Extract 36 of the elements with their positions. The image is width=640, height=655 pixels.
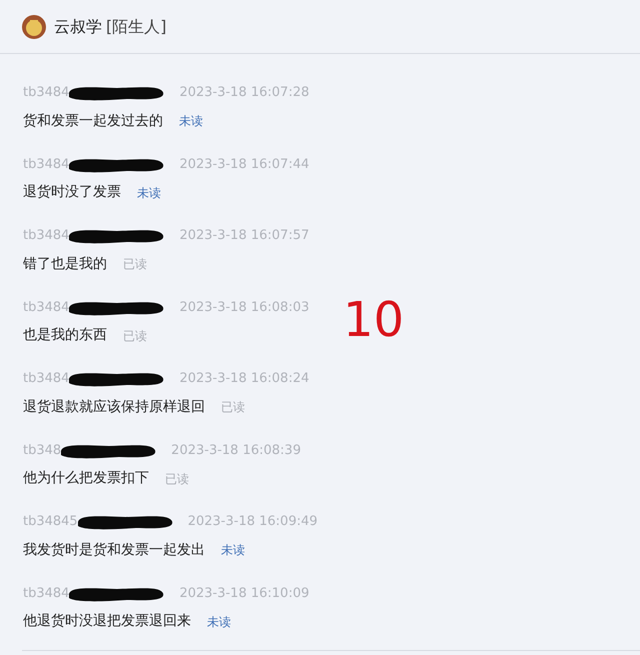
read-status: 已读 bbox=[123, 256, 147, 273]
read-status: 未读 bbox=[207, 614, 231, 630]
read-status: 未读 bbox=[221, 542, 245, 559]
sender-id: tb3484 bbox=[23, 84, 70, 102]
sender-id: tb3484 bbox=[23, 156, 70, 174]
read-status: 未读 bbox=[137, 184, 161, 202]
message-time: 2023-3-18 16:07:44 bbox=[179, 156, 310, 174]
annotation-number: 10 bbox=[343, 296, 404, 344]
sender-id: tb3484 bbox=[23, 298, 70, 317]
sender-id: tb348 bbox=[23, 442, 62, 460]
message-time: 2023-3-18 16:08:39 bbox=[171, 442, 301, 460]
read-status: 已读 bbox=[123, 328, 147, 344]
read-status: 已读 bbox=[221, 399, 245, 416]
contact-tag: [陌生人] bbox=[106, 14, 166, 38]
sender-id: tb3484 bbox=[23, 227, 70, 246]
sender-id: tb34845 bbox=[23, 513, 78, 532]
read-status: 已读 bbox=[165, 470, 189, 488]
message-text: 他为什么把发票扣下 bbox=[23, 469, 149, 488]
message-time: 2023-3-18 16:10:09 bbox=[179, 584, 310, 603]
message-text: 也是我的东西 bbox=[23, 326, 107, 345]
contact-name: 云叔学 bbox=[54, 16, 102, 38]
message-text: 货和发票一起发过去的 bbox=[23, 112, 163, 130]
message-text: 错了也是我的 bbox=[23, 254, 107, 274]
message-time: 2023-3-18 16:07:57 bbox=[179, 227, 310, 246]
message-text: 我发货时是货和发票一起发出 bbox=[23, 540, 205, 560]
sender-id: tb3484 bbox=[23, 370, 70, 388]
message-time: 2023-3-18 16:08:24 bbox=[179, 370, 310, 388]
avatar-icon bbox=[22, 14, 46, 38]
message-time: 2023-3-18 16:08:03 bbox=[179, 298, 310, 317]
sender-id: tb3484 bbox=[23, 584, 70, 603]
message-text: 退货时没了发票 bbox=[23, 183, 121, 202]
message-time: 2023-3-18 16:07:28 bbox=[179, 84, 310, 102]
message-text: 退货退款就应该保持原样退回 bbox=[23, 398, 205, 416]
message-time: 2023-3-18 16:09:49 bbox=[188, 513, 318, 532]
read-status: 未读 bbox=[179, 113, 203, 130]
message-text: 他退货时没退把发票退回来 bbox=[23, 612, 191, 631]
